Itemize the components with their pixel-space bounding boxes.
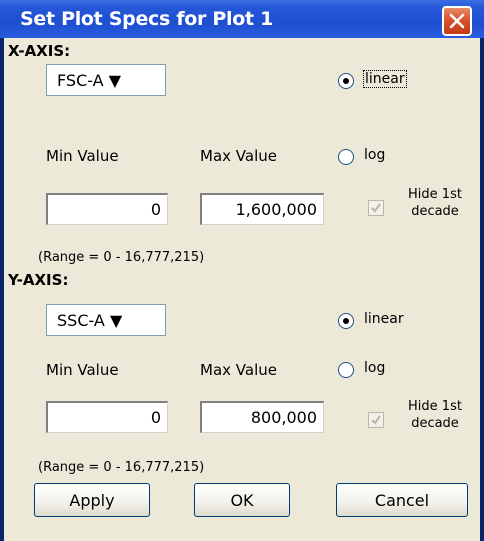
- x-hide-decade-checkbox[interactable]: [368, 200, 384, 216]
- y-hide-decade-checkbox[interactable]: [368, 412, 384, 428]
- y-hide-decade-label[interactable]: Hide 1st decade: [402, 398, 468, 432]
- close-button[interactable]: [442, 6, 472, 36]
- y-linear-radio[interactable]: [338, 313, 354, 329]
- y-range-text: (Range = 0 - 16,777,215): [38, 460, 205, 475]
- x-max-field[interactable]: [200, 193, 324, 225]
- x-axis-heading: X-AXIS:: [8, 42, 71, 60]
- x-max-label: Max Value: [200, 147, 277, 165]
- y-log-radio[interactable]: [338, 362, 354, 378]
- y-parameter-dropdown[interactable]: SSC-A ▼: [46, 304, 166, 336]
- y-min-field[interactable]: [46, 401, 168, 433]
- x-min-field[interactable]: [46, 193, 168, 225]
- x-log-radio[interactable]: [338, 149, 354, 165]
- y-max-input[interactable]: [202, 403, 323, 432]
- dialog-body: X-AXIS: FSC-A ▼ linear Min Value Max Val…: [4, 38, 480, 541]
- title-bar[interactable]: Set Plot Specs for Plot 1: [0, 0, 484, 38]
- ok-button[interactable]: OK: [194, 483, 290, 517]
- close-icon: [449, 13, 465, 29]
- apply-button[interactable]: Apply: [34, 483, 150, 517]
- x-max-input[interactable]: [202, 195, 323, 224]
- y-axis-heading: Y-AXIS:: [8, 271, 69, 289]
- x-parameter-value: FSC-A ▼: [57, 71, 122, 90]
- x-linear-radio[interactable]: [338, 73, 354, 89]
- y-max-field[interactable]: [200, 401, 324, 433]
- y-parameter-value: SSC-A ▼: [57, 311, 123, 330]
- y-min-label: Min Value: [46, 361, 119, 379]
- y-max-label: Max Value: [200, 361, 277, 379]
- checkmark-icon: [371, 203, 381, 213]
- y-min-input[interactable]: [48, 403, 167, 432]
- x-hide-decade-label[interactable]: Hide 1st decade: [402, 186, 468, 220]
- dialog-title: Set Plot Specs for Plot 1: [20, 8, 274, 30]
- checkmark-icon: [371, 415, 381, 425]
- x-parameter-dropdown[interactable]: FSC-A ▼: [46, 64, 166, 96]
- y-linear-label[interactable]: linear: [364, 311, 404, 327]
- x-range-text: (Range = 0 - 16,777,215): [38, 250, 205, 265]
- x-min-input[interactable]: [48, 195, 167, 224]
- x-log-label[interactable]: log: [364, 147, 385, 163]
- x-min-label: Min Value: [46, 147, 119, 165]
- dialog-window: Set Plot Specs for Plot 1 X-AXIS: FSC-A …: [0, 0, 484, 541]
- y-log-label[interactable]: log: [364, 360, 385, 376]
- x-linear-label[interactable]: linear: [363, 70, 407, 88]
- cancel-button[interactable]: Cancel: [336, 483, 468, 517]
